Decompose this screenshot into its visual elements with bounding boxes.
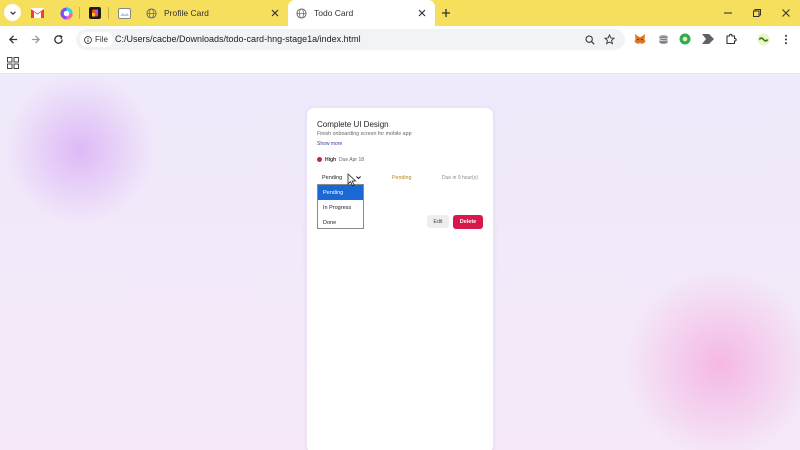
show-more-link[interactable]: Show more [317, 141, 342, 147]
gmail-icon [30, 8, 44, 18]
forward-button[interactable] [28, 32, 43, 47]
arrow-right-icon [31, 35, 41, 44]
pinned-tab-color[interactable] [58, 5, 74, 21]
status-select-value: Pending [322, 174, 343, 181]
extension-arrow[interactable] [701, 32, 715, 46]
extension-green[interactable] [678, 32, 692, 46]
avatar-icon [756, 32, 770, 46]
minimize-button[interactable] [721, 6, 735, 20]
tab-separator [108, 7, 109, 19]
status-dropdown-list: Pending In Progress Done [317, 184, 364, 229]
status-option-pending[interactable]: Pending [318, 185, 363, 200]
todo-title: Complete UI Design [317, 120, 389, 129]
tab-profile-card[interactable]: Profile Card [138, 0, 288, 26]
tab-search-button[interactable] [4, 4, 21, 21]
fox-icon [634, 33, 646, 44]
tab-title: Profile Card [164, 8, 209, 18]
tab-title: Todo Card [314, 8, 354, 18]
app-icon [89, 7, 101, 19]
image-icon [117, 7, 131, 19]
reload-button[interactable] [51, 32, 66, 47]
status-option-done[interactable]: Done [318, 215, 363, 230]
due-date: Due Apr 18 [339, 157, 365, 163]
tab-separator [79, 7, 80, 19]
extension-stack[interactable] [656, 32, 670, 46]
restore-button[interactable] [750, 6, 764, 20]
bookmarks-bar [0, 53, 800, 74]
todo-description: Finish onboarding screen for mobile app [317, 131, 412, 137]
site-info-chip[interactable]: File [80, 32, 113, 47]
info-icon [84, 35, 92, 44]
close-icon[interactable] [416, 8, 427, 19]
star-icon [604, 34, 615, 45]
close-icon [782, 9, 790, 17]
chip-label: File [95, 35, 108, 44]
extension-metamask[interactable] [633, 32, 647, 46]
arrow-left-icon [8, 35, 18, 44]
profile-button[interactable] [756, 32, 770, 46]
minimize-icon [724, 12, 732, 14]
address-bar[interactable]: File C:/Users/cacbe/Downloads/todo-card-… [76, 29, 625, 50]
time-remaining: Due in 9 hour(s) [442, 175, 478, 181]
restore-icon [753, 9, 761, 17]
pinned-tab-figma[interactable] [87, 5, 103, 21]
search-icon [584, 34, 595, 45]
pinned-tab-mail[interactable] [116, 5, 132, 21]
bookmark-button[interactable] [602, 32, 617, 47]
url-text[interactable]: C:/Users/cacbe/Downloads/todo-card-hng-s… [115, 34, 361, 44]
pinned-tab-gmail[interactable] [29, 5, 45, 21]
tab-todo-card[interactable]: Todo Card [288, 0, 435, 26]
extensions-menu[interactable] [724, 32, 738, 46]
chevron-down-icon [9, 10, 16, 15]
more-vertical-icon [784, 34, 788, 44]
arrow-badge-icon [702, 34, 714, 44]
reload-icon [54, 34, 63, 44]
leaf-icon [679, 33, 691, 45]
plus-icon [442, 9, 450, 17]
apps-grid-icon[interactable] [7, 57, 19, 69]
delete-button[interactable]: Delete [453, 215, 483, 229]
globe-icon [296, 7, 307, 19]
page-viewport: Complete UI Design Finish onboarding scr… [0, 75, 800, 450]
priority-indicator [317, 157, 322, 162]
database-icon [658, 34, 668, 44]
menu-button[interactable] [779, 32, 793, 46]
close-window-button[interactable] [779, 6, 793, 20]
globe-icon [146, 7, 157, 19]
status-option-in-progress[interactable]: In Progress [318, 200, 363, 215]
back-button[interactable] [6, 32, 21, 47]
priority-label: High [325, 157, 337, 163]
close-icon[interactable] [269, 8, 280, 19]
puzzle-icon [726, 33, 737, 45]
edit-button[interactable]: Edit [427, 215, 449, 228]
zoom-button[interactable] [582, 32, 597, 47]
mouse-cursor-icon [347, 173, 357, 187]
new-tab-button[interactable] [439, 6, 453, 20]
status-badge: Pending [392, 175, 412, 181]
tab-strip: Profile Card Todo Card [0, 0, 800, 26]
todo-card: Complete UI Design Finish onboarding scr… [307, 108, 493, 450]
color-wheel-icon [59, 6, 73, 20]
